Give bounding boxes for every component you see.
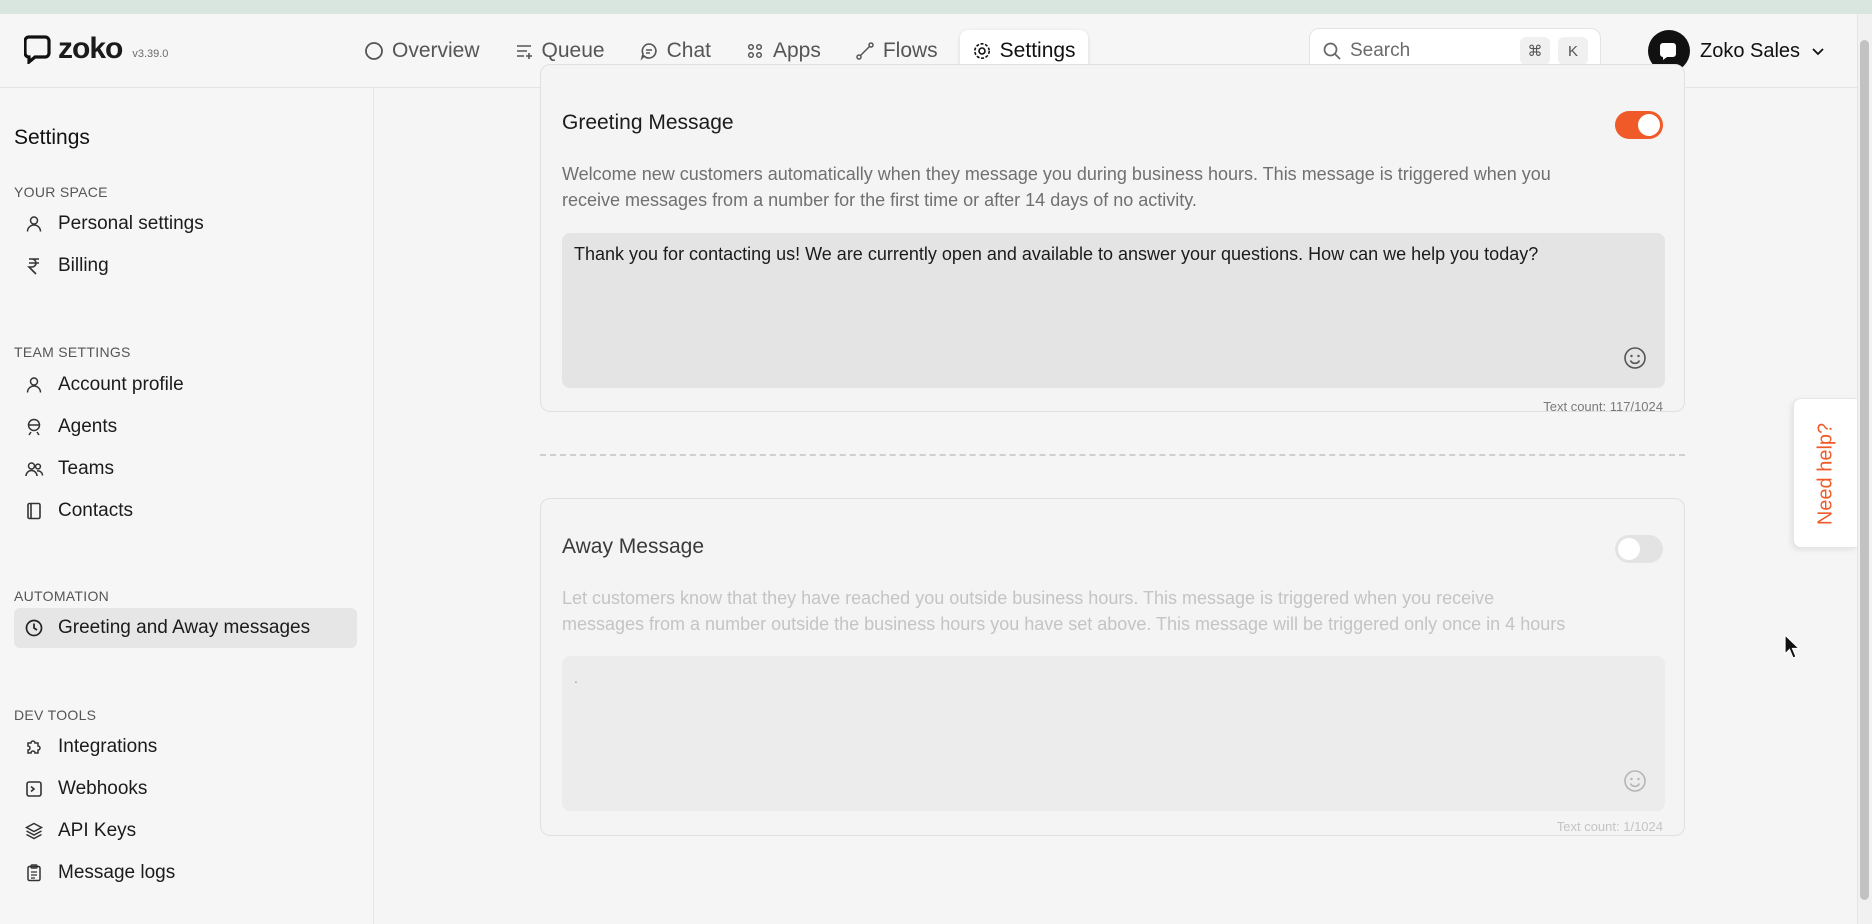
shortcut-k-key: K [1558,37,1588,65]
sidebar-item-label: Teams [58,458,114,479]
greeting-text-count: Text count: 117/1024 [1543,399,1663,414]
greeting-message-text: Thank you for contacting us! We are curr… [574,244,1539,264]
nav-label: Queue [541,39,605,62]
sidebar-item-billing[interactable]: Billing [14,246,357,286]
greeting-description-line1: Welcome new customers automatically when… [562,164,1551,184]
section-label-your-space: YOUR SPACE [14,184,108,200]
logo-text: zoko [58,32,123,65]
sidebar-item-label: Integrations [58,736,158,757]
account-name: Zoko Sales [1700,39,1801,62]
terminal-icon [26,781,42,797]
greeting-message-card: Greeting Message Welcome new customers a… [540,64,1685,414]
teams-icon [25,462,44,477]
away-description-line2: messages from a number outside the busin… [562,614,1566,634]
toggle-knob [1618,538,1640,560]
nav-overview[interactable]: Overview [352,30,492,72]
away-message-card: Away Message Let customers know that the… [540,498,1685,836]
sidebar-item-message-logs[interactable]: Message logs [14,853,357,893]
sidebar-item-label: Billing [58,255,109,276]
section-label-automation: AUTOMATION [14,588,110,604]
nav-label: Apps [772,39,821,62]
need-help-label: Need help? [1814,422,1837,526]
sidebar-item-account-profile[interactable]: Account profile [14,365,357,405]
search-input[interactable]: Search [1350,40,1512,62]
browser-top-strip [0,0,1872,14]
nav-label: Settings [999,39,1076,62]
sidebar-item-contacts[interactable]: Contacts [14,491,357,531]
clock-icon [25,619,43,637]
sidebar-item-label: API Keys [58,820,137,841]
sidebar-item-label: Agents [58,416,118,437]
search-icon [1323,42,1341,60]
away-title: Away Message [562,535,705,558]
shortcut-cmd-key: ⌘ [1520,37,1550,65]
emoji-icon[interactable] [1623,346,1647,370]
section-label-dev-tools: DEV TOOLS [14,707,97,723]
settings-sidebar: Settings YOUR SPACE Personal settings Bi… [0,88,374,924]
toggle-knob [1638,114,1660,136]
flows-icon [856,42,874,60]
person-icon [26,216,42,232]
rupee-icon [27,258,39,275]
chat-icon [640,43,657,61]
nav-label: Overview [392,39,480,62]
gear-icon [973,43,990,59]
apps-grid-icon [747,43,763,59]
nav-label: Chat [666,39,711,62]
sidebar-item-label: Message logs [58,862,176,883]
sidebar-item-label: Account profile [58,374,184,395]
nav-label: Flows [882,39,938,62]
greeting-description: Welcome new customers automatically when… [562,161,1662,213]
app-version: v3.39.0 [132,48,169,60]
section-divider [540,454,1685,456]
away-description-line1: Let customers know that they have reache… [562,588,1495,608]
circle-icon [365,42,383,60]
sidebar-item-greeting-away[interactable]: Greeting and Away messages [14,608,357,648]
scrollbar-thumb[interactable] [1860,40,1869,900]
sidebar-item-agents[interactable]: Agents [14,407,357,447]
agent-icon [27,418,41,436]
zoko-avatar-icon [1660,43,1676,60]
away-toggle[interactable] [1615,535,1663,563]
app-window: zoko v3.39.0 Overview Queue Chat Apps Fl… [0,14,1857,924]
sidebar-item-integrations[interactable]: Integrations [14,727,357,767]
zoko-logo[interactable]: zoko v3.39.0 [24,34,168,64]
greeting-title: Greeting Message [562,111,734,134]
chevron-down-icon [1812,48,1824,56]
sidebar-item-api-keys[interactable]: API Keys [14,811,357,851]
away-description: Let customers know that they have reache… [562,585,1662,637]
away-text-count: Text count: 1/1024 [1556,819,1663,834]
emoji-icon[interactable] [1623,769,1647,793]
sidebar-item-teams[interactable]: Teams [14,449,357,489]
layers-icon [24,822,44,840]
mouse-cursor-icon [1784,634,1801,659]
sidebar-title: Settings [14,126,90,149]
greeting-message-textarea[interactable]: Thank you for contacting us! We are curr… [562,233,1665,388]
greeting-description-line2: receive messages from a number for the f… [562,190,1197,210]
sidebar-item-label: Contacts [58,500,133,521]
clipboard-icon [27,864,41,882]
queue-icon [516,45,532,59]
section-label-team-settings: TEAM SETTINGS [14,344,131,360]
sidebar-item-webhooks[interactable]: Webhooks [14,769,357,809]
need-help-tab[interactable]: Need help? [1793,398,1857,548]
sidebar-item-label: Greeting and Away messages [58,617,311,638]
sidebar-item-label: Webhooks [58,778,148,799]
away-message-text: . [574,670,578,686]
away-message-textarea[interactable]: . [562,656,1665,811]
sidebar-item-label: Personal settings [58,213,204,234]
contacts-book-icon [27,502,41,520]
person-icon [26,377,42,393]
puzzle-icon [27,740,41,754]
zoko-logo-icon [24,35,51,64]
sidebar-item-personal-settings[interactable]: Personal settings [14,204,357,244]
greeting-toggle[interactable] [1615,111,1663,139]
